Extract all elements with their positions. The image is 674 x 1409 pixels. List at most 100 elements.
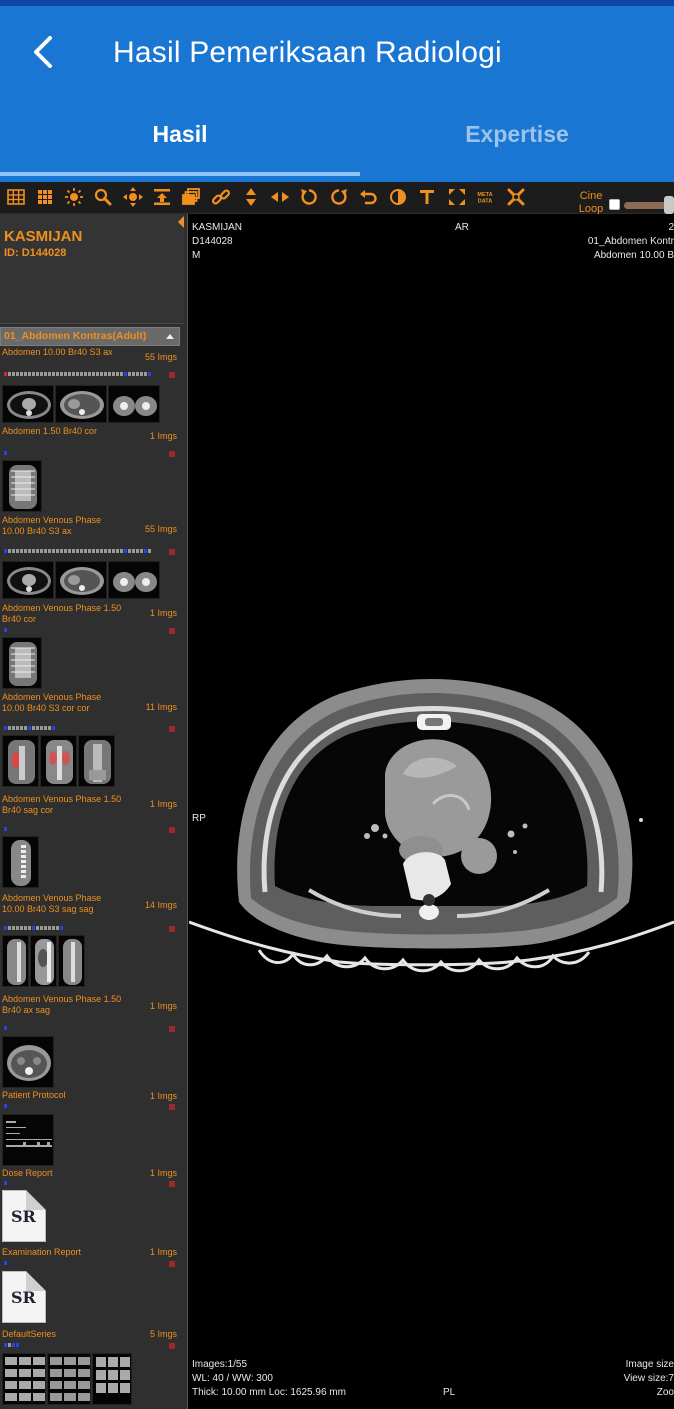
structured-report-icon[interactable]: SR <box>2 1190 46 1242</box>
thumbnail-sagittal[interactable] <box>2 935 29 987</box>
overlay-series-number: 2 <box>668 222 674 233</box>
overlay-image-size: Image size <box>625 1359 674 1370</box>
series-count: 1 Imgs <box>149 1091 177 1101</box>
series-progress <box>4 1343 19 1347</box>
flip-vertical-icon[interactable] <box>240 186 262 208</box>
pan-icon[interactable] <box>122 186 144 208</box>
series-thumbnails <box>2 561 160 599</box>
series-item[interactable]: Abdomen 10.00 Br40 S3 ax 55 Imgs <box>0 347 180 425</box>
series-item[interactable]: Examination Report 1 Imgs SR <box>0 1247 180 1327</box>
series-count: 1 Imgs <box>149 1001 177 1011</box>
overlay-study-name: 01_Abdomen Kontr <box>587 236 674 247</box>
thumbnail-chest-axial[interactable] <box>2 385 54 423</box>
series-item[interactable]: Abdomen Venous Phase 1.50 Br40 sag cor 1… <box>0 794 180 891</box>
series-progress <box>4 1261 7 1265</box>
series-status-flag <box>169 827 175 833</box>
series-count: 1 Imgs <box>149 1168 177 1178</box>
thumbnail-overview[interactable] <box>2 1353 46 1405</box>
back-button[interactable] <box>22 30 66 74</box>
collapse-sidebar-icon[interactable] <box>178 216 184 228</box>
series-item[interactable]: Patient Protocol 1 Imgs <box>0 1090 180 1167</box>
tile-grid-icon[interactable] <box>34 186 56 208</box>
series-count: 14 Imgs <box>144 900 177 910</box>
tab-hasil[interactable]: Hasil <box>0 112 360 176</box>
series-status-flag <box>169 451 175 457</box>
thumbnail-abdomen-axial[interactable] <box>55 561 107 599</box>
thumbnail-sagittal[interactable] <box>2 836 39 888</box>
series-progress <box>4 827 7 831</box>
series-count: 11 Imgs <box>145 702 177 712</box>
thumbnail-overview[interactable] <box>92 1353 132 1405</box>
series-item[interactable]: Abdomen Venous Phase 10.00 Br40 S3 ax 55… <box>0 515 180 601</box>
rotate-left-icon[interactable] <box>298 186 320 208</box>
thumbnail-chest-axial[interactable] <box>2 561 54 599</box>
series-thumbnails: SR <box>2 1190 46 1242</box>
series-item[interactable]: DefaultSeries 5 Imgs <box>0 1329 180 1409</box>
series-progress <box>4 1026 7 1030</box>
thumbnail-coronal[interactable] <box>40 735 77 787</box>
structured-report-icon[interactable]: SR <box>2 1271 46 1323</box>
meta-label-bottom: DATA <box>478 199 492 205</box>
thumbnail-abdomen-axial[interactable] <box>55 385 107 423</box>
undo-icon[interactable] <box>357 186 379 208</box>
tab-expertise[interactable]: Expertise <box>360 112 674 176</box>
series-count: 1 Imgs <box>149 1247 177 1257</box>
series-status-flag <box>169 926 175 932</box>
thumbnail-coronal[interactable] <box>2 460 42 512</box>
thumbnail-axial[interactable] <box>2 1036 54 1088</box>
thumbnail-pelvis-axial[interactable] <box>108 561 160 599</box>
stack-icon[interactable] <box>151 186 173 208</box>
series-item[interactable]: Abdomen Venous Phase 1.50 Br40 cor 1 Img… <box>0 603 180 691</box>
overlay-view-size: View size:7 <box>623 1373 674 1384</box>
flip-horizontal-icon[interactable] <box>269 186 291 208</box>
series-name: DefaultSeries <box>2 1329 57 1339</box>
ct-image[interactable] <box>189 654 674 1014</box>
series-item[interactable]: Dose Report 1 Imgs SR <box>0 1168 180 1246</box>
cine-loop-label: Cine Loop <box>578 190 604 215</box>
series-item[interactable]: Abdomen 1.50 Br40 cor 1 Imgs <box>0 426 180 513</box>
link-icon[interactable] <box>210 186 232 208</box>
series-progress <box>4 451 7 455</box>
collapse-study-icon[interactable] <box>166 334 174 339</box>
rotate-right-icon[interactable] <box>328 186 350 208</box>
thumbnail-overview[interactable] <box>47 1353 91 1405</box>
series-status-flag <box>169 628 175 634</box>
thumbnail-sagittal[interactable] <box>58 935 85 987</box>
image-viewport[interactable]: KASMIJAN D144028 M AR 2 01_Abdomen Kontr… <box>189 214 674 1409</box>
metadata-icon[interactable]: META DATA <box>474 186 496 208</box>
thumbnail-coronal[interactable] <box>78 735 115 787</box>
series-thumbnails <box>2 1353 132 1405</box>
series-status-flag <box>169 549 175 555</box>
series-name: Abdomen Venous Phase 10.00 Br40 S3 ax <box>2 515 102 536</box>
series-count: 55 Imgs <box>144 524 177 534</box>
fullscreen-icon[interactable] <box>446 186 468 208</box>
thumbnail-pelvis-axial[interactable] <box>108 385 160 423</box>
series-count: 5 Imgs <box>149 1329 177 1339</box>
text-icon[interactable] <box>416 186 438 208</box>
thumbnail-coronal[interactable] <box>2 637 42 689</box>
patient-id: ID: D144028 <box>4 247 67 259</box>
thumbnail-protocol[interactable] <box>2 1114 54 1166</box>
layout-grid-icon[interactable] <box>5 186 27 208</box>
series-count: 1 Imgs <box>149 431 177 441</box>
series-item[interactable]: Abdomen Venous Phase 1.50 Br40 ax sag 1 … <box>0 994 180 1089</box>
series-status-flag <box>169 1343 175 1349</box>
series-icon[interactable] <box>180 186 202 208</box>
thumbnail-sagittal[interactable] <box>30 935 57 987</box>
series-progress <box>4 1181 7 1185</box>
viewer-toolbar: META DATA Cine Loop <box>0 182 674 215</box>
zoom-icon[interactable] <box>92 186 114 208</box>
cine-loop-checkbox[interactable] <box>609 199 620 210</box>
thumbnail-coronal[interactable] <box>2 735 39 787</box>
reset-icon[interactable] <box>505 186 527 208</box>
invert-icon[interactable] <box>387 186 409 208</box>
series-progress <box>4 628 7 632</box>
series-item[interactable]: Abdomen Venous Phase 10.00 Br40 S3 sag s… <box>0 893 180 993</box>
brightness-icon[interactable] <box>63 186 85 208</box>
series-progress <box>4 726 55 730</box>
series-item[interactable]: Abdomen Venous Phase 10.00 Br40 S3 cor c… <box>0 692 180 792</box>
series-thumbnails <box>2 637 42 689</box>
study-header[interactable]: 01_Abdomen Kontras(Adult) <box>0 327 180 346</box>
cine-slider-thumb[interactable] <box>664 196 674 214</box>
series-name: Abdomen 1.50 Br40 cor <box>2 426 98 436</box>
